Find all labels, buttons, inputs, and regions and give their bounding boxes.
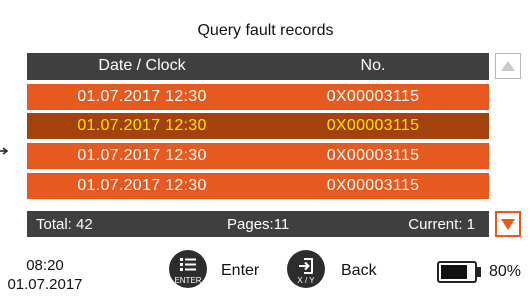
table-row-selected[interactable]: 01.07.2017 12:30 0X00003115 [27, 113, 489, 139]
pagination-bar: Total: 42 Pages:11 Current: 1 [27, 211, 489, 237]
list-icon [180, 258, 196, 271]
enter-key-label: ENTER [174, 276, 202, 285]
row-number: 0X00003115 [326, 117, 420, 134]
clock-time: 08:20 [26, 257, 64, 274]
enter-label: Enter [221, 262, 260, 279]
back-key-label: X / Y [297, 276, 315, 285]
total-count: Total: 42 [36, 216, 93, 233]
page-count: Pages:11 [227, 216, 290, 233]
row-date: 01.07.2017 12:30 [77, 117, 207, 134]
scroll-up-button[interactable] [495, 53, 521, 79]
battery-fill [441, 265, 467, 279]
clock-date: 01.07.2017 [7, 276, 83, 293]
table-row[interactable]: 01.07.2017 12:30 0X00003115 [27, 143, 489, 169]
row-number: 0X00003115 [326, 147, 420, 164]
row-date: 01.07.2017 12:30 [77, 147, 207, 164]
table-row[interactable]: 01.07.2017 12:30 0X00003115 [27, 173, 489, 199]
enter-button[interactable]: ENTER [169, 250, 207, 288]
battery-percentage: 80% [489, 263, 522, 280]
row-date: 01.07.2017 12:30 [77, 177, 207, 194]
row-number: 0X00003115 [326, 177, 420, 194]
table-row[interactable]: 01.07.2017 12:30 0X00003115 [27, 84, 489, 110]
scroll-down-button[interactable] [495, 211, 521, 237]
page-title: Query fault records [197, 22, 334, 39]
triangle-down-icon [501, 219, 515, 230]
current-page: Current: 1 [408, 216, 475, 233]
column-header-number: No. [360, 57, 386, 74]
row-pointer-icon [0, 147, 9, 155]
column-header-date: Date / Clock [98, 57, 186, 74]
exit-icon [299, 258, 313, 274]
battery-icon [437, 261, 477, 283]
battery-terminal [477, 267, 481, 277]
back-label: Back [341, 262, 377, 279]
table-header: Date / Clock No. [27, 53, 489, 80]
clock-display: 08:20 01.07.2017 [0, 256, 90, 294]
back-button[interactable]: X / Y [287, 250, 325, 288]
triangle-up-icon [501, 61, 515, 71]
row-number: 0X00003115 [326, 88, 420, 105]
row-date: 01.07.2017 12:30 [77, 88, 207, 105]
